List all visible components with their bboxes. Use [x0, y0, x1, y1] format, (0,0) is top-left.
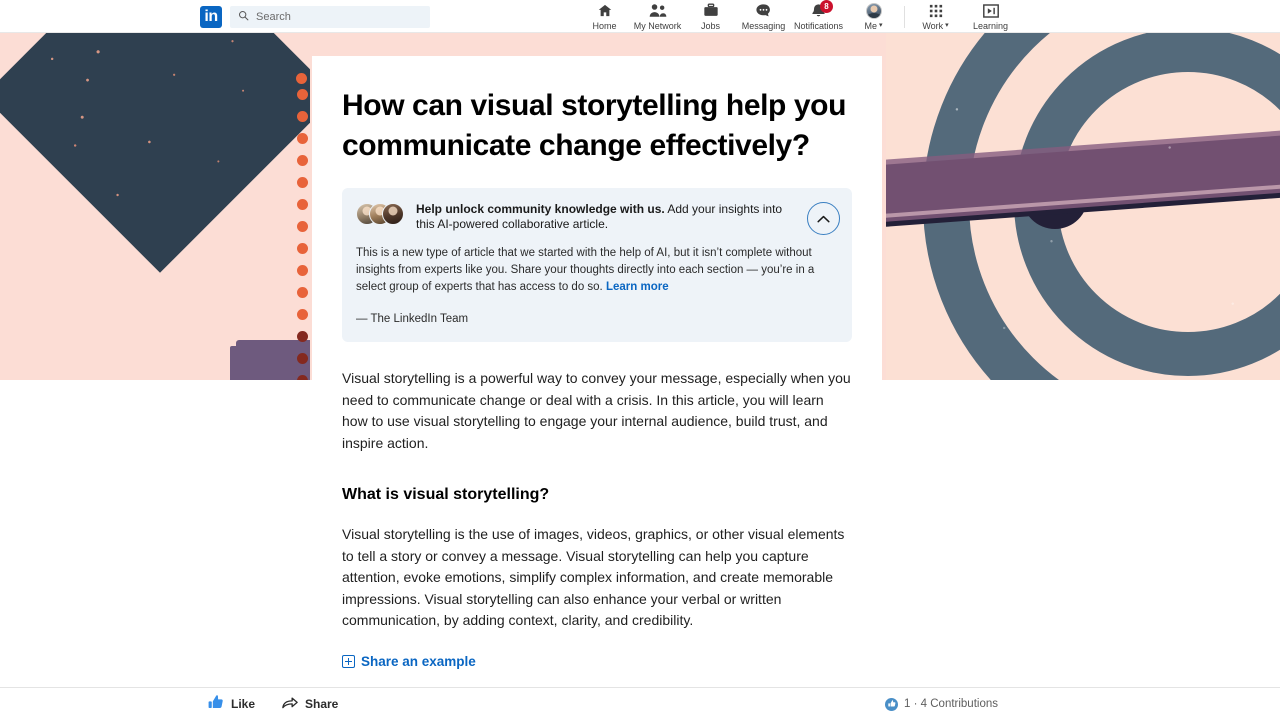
- add-plus-icon: [342, 654, 355, 668]
- banner-body-text: This is a new type of article that we st…: [356, 245, 836, 296]
- decorative-dot: [297, 375, 308, 380]
- decorative-dot: [296, 73, 307, 84]
- decorative-dot: [297, 243, 308, 254]
- contributions-indicator[interactable]: 1 · 4 Contributions: [885, 697, 998, 711]
- hero-artwork-left: [0, 33, 310, 380]
- contributions-label: 1 · 4 Contributions: [904, 698, 998, 710]
- nav-label-home: Home: [592, 21, 617, 31]
- nav-item-work[interactable]: Work ▾: [909, 0, 962, 33]
- chevron-up-icon: [817, 215, 830, 222]
- banner-signoff: — The LinkedIn Team: [356, 313, 469, 325]
- nav-label-jobs: Jobs: [700, 21, 720, 31]
- like-button[interactable]: Like: [208, 695, 255, 713]
- article-intro-paragraph: Visual storytelling is a powerful way to…: [342, 370, 851, 451]
- grid-apps-icon: [929, 2, 943, 19]
- share-an-example-button[interactable]: Share an example: [342, 654, 852, 669]
- chevron-down-icon: ▾: [945, 22, 949, 29]
- nav-item-home[interactable]: Home: [578, 0, 631, 33]
- nav-divider: [904, 5, 905, 28]
- nav-label-me: Me: [864, 21, 877, 31]
- banner-header: Help unlock community knowledge with us.…: [356, 202, 840, 235]
- banner-body-copy: This is a new type of article that we st…: [356, 247, 815, 293]
- nav-label-messaging: Messaging: [741, 21, 786, 31]
- section-heading-what-is-visual-storytelling: What is visual storytelling?: [342, 486, 550, 503]
- diamond-shape: [0, 33, 310, 273]
- banner-headline-bold: Help unlock community knowledge with us.: [416, 202, 665, 216]
- decorative-dot: [297, 89, 308, 100]
- share-label: Share: [305, 697, 339, 711]
- share-an-example-label: Share an example: [361, 653, 476, 669]
- share-arrow-icon: [282, 696, 298, 713]
- decorative-dot: [297, 221, 308, 232]
- dot-column-left: [297, 89, 309, 380]
- decorative-dot: [297, 309, 308, 320]
- nav-item-notifications[interactable]: 8 Notifications: [790, 0, 847, 33]
- share-button[interactable]: Share: [282, 696, 338, 713]
- like-label: Like: [231, 697, 256, 711]
- nav-label-learning: Learning: [972, 21, 1009, 31]
- nav-label-work: Work: [922, 21, 944, 31]
- nav-label-notifications: Notifications: [793, 21, 844, 31]
- search-box[interactable]: [230, 5, 430, 28]
- briefcase-icon: [703, 2, 719, 19]
- people-icon: [649, 2, 667, 19]
- avatar: [382, 203, 404, 225]
- nav-item-messaging[interactable]: Messaging: [737, 0, 790, 33]
- nav-left-cluster: in: [200, 0, 430, 33]
- decorative-dot: [297, 133, 308, 144]
- nav-item-me[interactable]: Me ▾: [847, 0, 900, 33]
- nav-label-my-network: My Network: [633, 21, 682, 31]
- community-knowledge-banner: Help unlock community knowledge with us.…: [342, 188, 852, 342]
- learning-play-icon: [982, 2, 999, 19]
- top-navigation-bar: in Home: [0, 0, 1280, 33]
- bottom-action-bar: Like Share 1 · 4 Contributions: [0, 687, 1280, 720]
- banner-headline: Help unlock community knowledge with us.…: [416, 202, 836, 232]
- nav-right-cluster: Home My Network Jobs Messaging 8 Notific…: [578, 0, 1019, 33]
- decorative-dot: [297, 287, 308, 298]
- decorative-dot: [297, 111, 308, 122]
- article-card: How can visual storytelling help you com…: [312, 56, 882, 684]
- hero-artwork-right: [886, 33, 1280, 380]
- decorative-dot: [297, 265, 308, 276]
- contributor-avatars: [356, 203, 406, 225]
- decorative-dot: [297, 353, 308, 364]
- avatar-icon: [865, 2, 882, 19]
- notifications-badge: 8: [820, 0, 833, 13]
- message-bubble-icon: [755, 2, 772, 19]
- linkedin-logo[interactable]: in: [200, 5, 222, 28]
- search-input[interactable]: [256, 10, 422, 23]
- nav-item-jobs[interactable]: Jobs: [684, 0, 737, 33]
- nav-item-my-network[interactable]: My Network: [631, 0, 684, 33]
- thumbs-up-icon: [208, 695, 224, 713]
- learn-more-link[interactable]: Learn more: [606, 281, 669, 293]
- thumbs-up-circle-icon: [885, 697, 899, 711]
- decorative-dot: [297, 331, 308, 342]
- decorative-dot: [297, 199, 308, 210]
- decorative-dot: [297, 155, 308, 166]
- collapse-banner-button[interactable]: [807, 202, 840, 235]
- chevron-down-icon: ▾: [879, 22, 883, 29]
- nav-item-learning[interactable]: Learning: [962, 0, 1019, 33]
- search-icon: [238, 8, 249, 26]
- page-title: How can visual storytelling help you com…: [342, 89, 847, 162]
- home-icon: [597, 2, 613, 19]
- section-paragraph-what-is-visual-storytelling: Visual storytelling is the use of images…: [342, 526, 845, 628]
- decorative-dot: [297, 177, 308, 188]
